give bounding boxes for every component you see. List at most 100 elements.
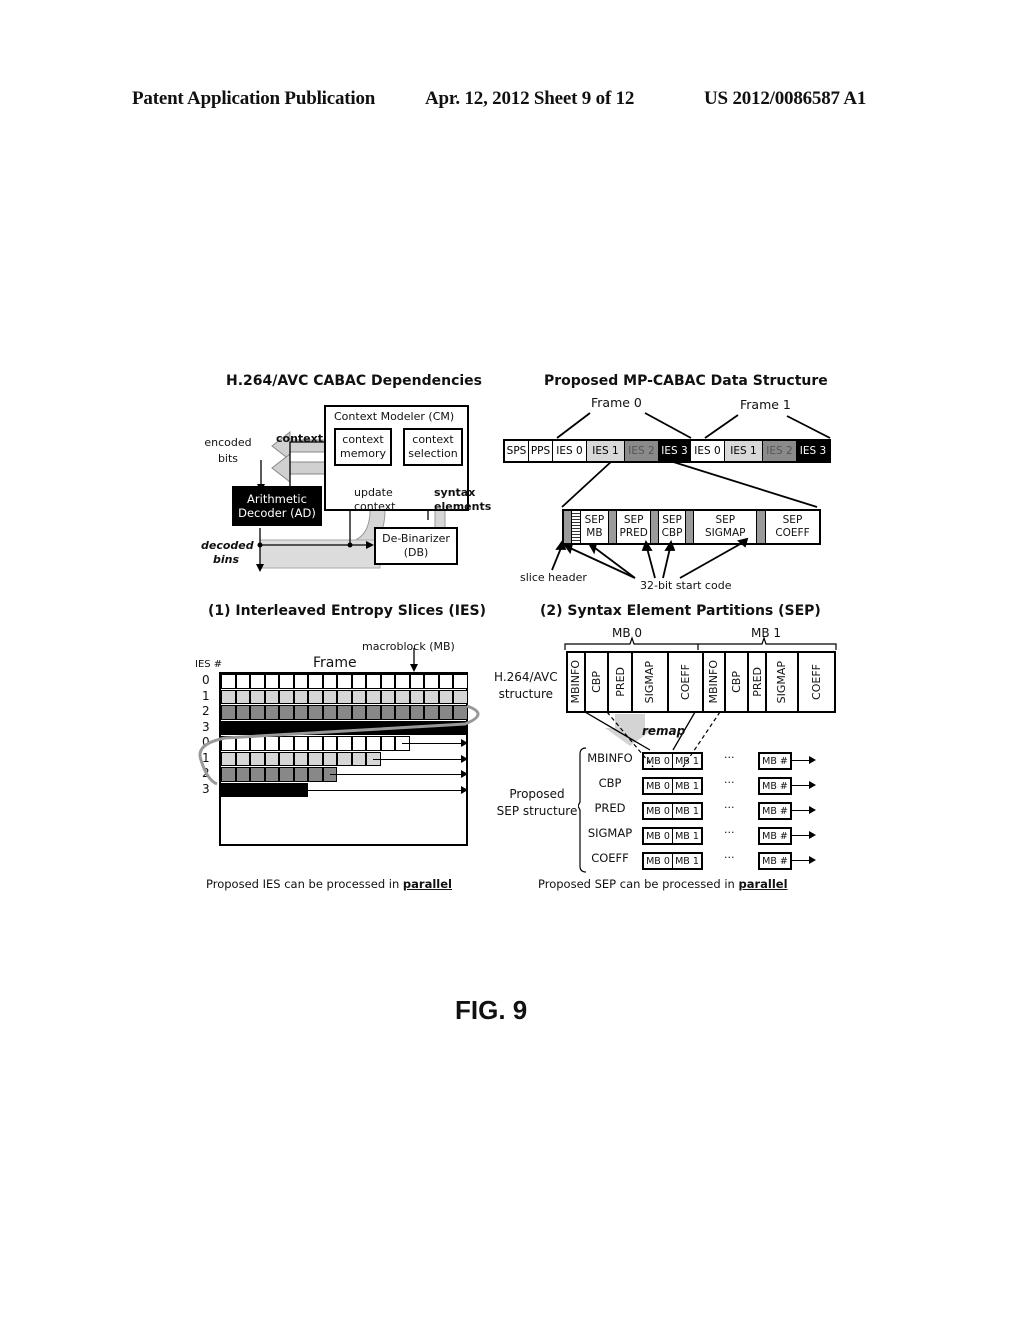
publication-number: US 2012/0086587 A1 [704, 88, 867, 109]
mb-cell: MB 0 [644, 854, 673, 868]
decoded-bins-band [259, 539, 381, 569]
sep-row-label-pred: PRED [594, 801, 626, 815]
figure-label: FIG. 9 [455, 995, 528, 1025]
context-selection-line1: context [412, 433, 454, 446]
sep-panel-title: (2) Syntax Element Partitions (SEP) [540, 603, 821, 619]
start-code-segment [572, 511, 581, 543]
sep-caption-emphasis: parallel [738, 877, 788, 891]
sep-caption: Proposed SEP can be processed in paralle… [538, 877, 788, 891]
h264-column-label: PRED [613, 667, 627, 697]
ies-overlay-arrows [198, 648, 480, 786]
h264-column-coeff: COEFF [799, 653, 834, 711]
sep-row-label-cbp: CBP [598, 776, 622, 790]
sep-cbp-segment: SEP CBP [659, 511, 686, 543]
sep-row-label-coeff: COEFF [591, 851, 629, 865]
mpcabac-connector-lines [551, 412, 831, 579]
decoded-bins-line1: decoded [201, 539, 254, 552]
ies-caption: Proposed IES can be processed in paralle… [206, 877, 452, 891]
start-code-segment [608, 511, 618, 543]
stream-segment-ies-3: IES 3 [797, 441, 829, 461]
ellipsis: ··· [724, 826, 735, 839]
stream-segment-ies-0: IES 0 [691, 441, 725, 461]
stream-segment-sps: SPS [505, 441, 529, 461]
sep-pred-line2: PRED [619, 527, 648, 539]
debinarizer-line1: De-Binarizer [382, 532, 450, 545]
ies-caption-text: Proposed IES can be processed in [206, 877, 403, 891]
arrowhead-icon [809, 781, 816, 789]
context-memory-box: context memory [334, 428, 392, 466]
sep-row-arrow [792, 856, 816, 864]
h264-column-label: COEFF [678, 664, 692, 700]
ies-caption-emphasis: parallel [402, 877, 452, 891]
sep-caption-text: Proposed SEP can be processed in [538, 877, 739, 891]
stream-segment-ies-2: IES 2 [763, 441, 797, 461]
stream-segment-ies-1: IES 1 [725, 441, 763, 461]
mpcabac-panel-title: Proposed MP-CABAC Data Structure [544, 373, 828, 389]
h264-column-label: CBP [729, 671, 743, 693]
decoded-bins-label: decoded bins [201, 539, 254, 567]
context-modeler-label: Context Modeler (CM) [334, 410, 455, 423]
publication-title: Patent Application Publication [132, 88, 376, 109]
sep-row-label-sigmap: SIGMAP [587, 826, 633, 840]
syntax-elements-label: syntax elements [434, 486, 491, 514]
h264-column-cbp: CBP [586, 653, 610, 711]
mb-cell: MB 1 [675, 805, 699, 817]
mb-n-cell: MB # [758, 777, 792, 795]
sep-sigmap-line2: SIGMAP [705, 527, 746, 539]
sep-pred-line1: SEP [623, 514, 644, 526]
stream-segment-ies-1: IES 1 [587, 441, 625, 461]
sep-coeff-line2: COEFF [775, 527, 810, 539]
decoded-bins-line2: bins [212, 553, 239, 566]
context-memory-line2: memory [340, 447, 386, 460]
ies-panel-title: (1) Interleaved Entropy Slices (IES) [208, 603, 487, 619]
proposed-sep-label: Proposed SEP structure [494, 787, 580, 818]
h264-column-label: MBINFO [569, 660, 583, 704]
context-selection-line2: selection [408, 447, 458, 460]
sep-row-cells: MB 0 MB 1 [642, 852, 703, 870]
syntax-elements-line1: syntax [434, 486, 476, 499]
mb-cell: MB 1 [675, 855, 699, 867]
h264-column-label: SIGMAP [775, 660, 789, 704]
sep-row-arrow [792, 806, 816, 814]
sep-cbp-line1: SEP [662, 514, 682, 526]
mb-n-cell: MB # [758, 852, 792, 870]
h264-column-pred: PRED [609, 653, 634, 711]
h264-column-mbinfo: MBINFO [568, 653, 586, 711]
wraparound-arrow [198, 704, 480, 786]
remap-label: remap [642, 724, 686, 738]
context-selection-box: context selection [403, 428, 463, 466]
h264-column-label: PRED [750, 667, 764, 697]
context-memory-line1: context [342, 433, 384, 446]
h264-column-label: SIGMAP [643, 660, 657, 704]
mb-cell: MB 0 [644, 829, 673, 843]
h264-column-sigmap: SIGMAP [767, 653, 799, 711]
arrowhead-icon [809, 806, 816, 814]
stream-segment-ies-3: IES 3 [659, 441, 691, 461]
sep-row-cells: MB 0 MB 1 [642, 777, 703, 795]
sep-row-arrow [792, 831, 816, 839]
arithmetic-decoder-line2: Decoder (AD) [238, 506, 316, 520]
mb-n-cell: MB # [758, 752, 792, 770]
mb-n-cell: MB # [758, 802, 792, 820]
sep-row-cells: MB 0 MB 1 [642, 752, 703, 770]
stream-segment-ies-2: IES 2 [625, 441, 659, 461]
sep-mb-line2: MB [586, 527, 603, 539]
mb-braces [564, 636, 837, 650]
encoded-bits-label: encoded bits [203, 436, 253, 466]
h264-structure-line2: structure [498, 687, 554, 701]
sep-cbp-line2: CBP [661, 527, 683, 539]
mb-cell: MB 1 [675, 755, 699, 767]
start-code-segment [685, 511, 695, 543]
sep-sigmap-line1: SEP [715, 514, 736, 526]
arithmetic-decoder-line1: Arithmetic [247, 492, 307, 506]
mb-cell: MB 0 [644, 804, 673, 818]
proposed-sep-line1: Proposed [509, 787, 565, 801]
start-code-label: 32-bit start code [640, 579, 732, 592]
sep-coeff-segment: SEP COEFF [766, 511, 819, 543]
h264-structure-label: H.264/AVC structure [494, 670, 558, 701]
macroblock-arrowhead [410, 664, 418, 672]
mb-cell: MB 1 [675, 830, 699, 842]
h264-column-label: MBINFO [707, 660, 721, 704]
update-context-line1: update [354, 486, 393, 499]
h264-column-label: COEFF [809, 664, 823, 700]
